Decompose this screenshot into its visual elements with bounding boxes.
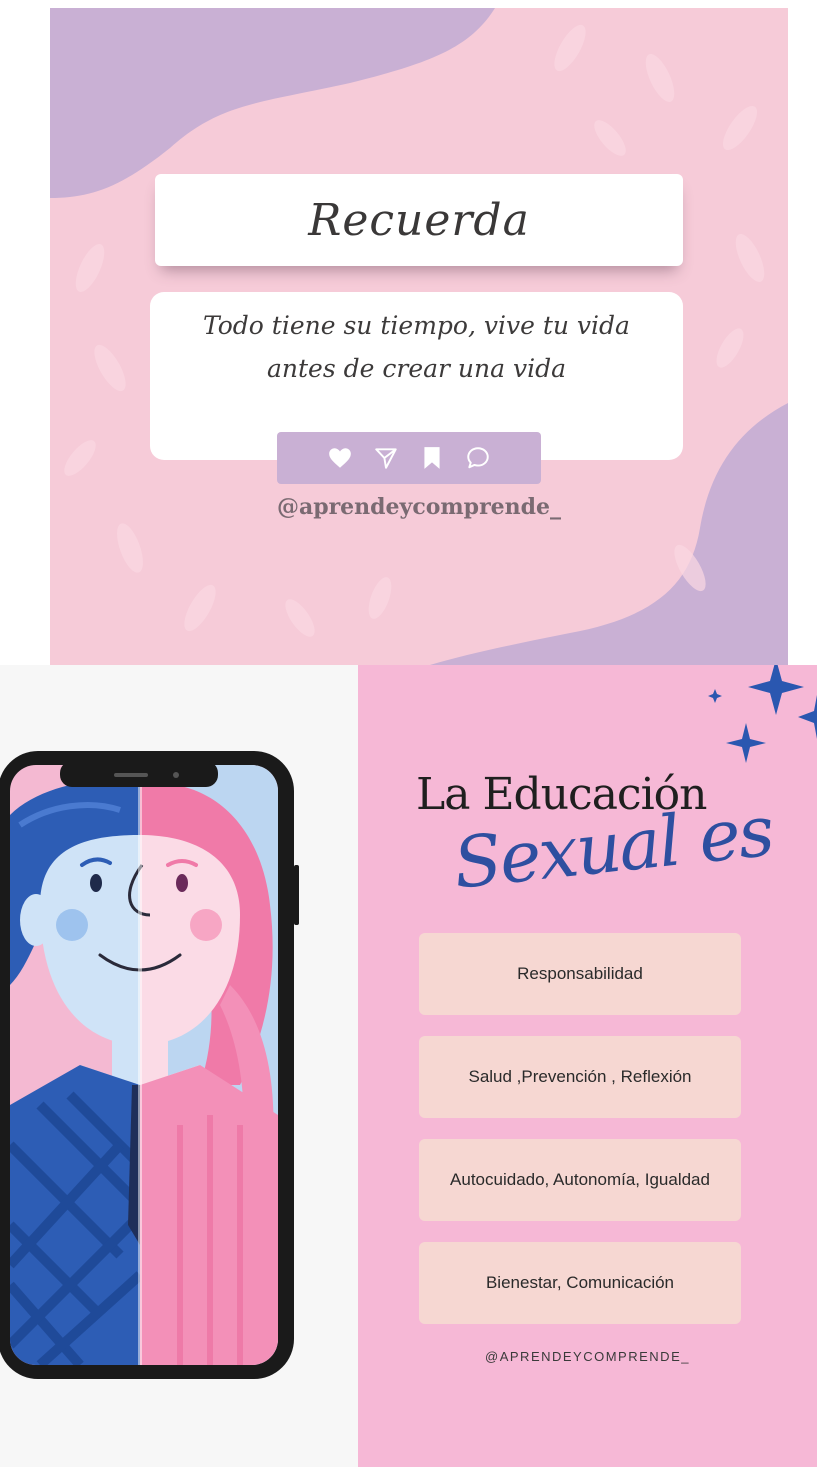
account-handle: @APRENDEYCOMPRENDE_ (485, 1349, 690, 1364)
account-handle: @aprendeycomprende_ (276, 494, 562, 520)
phone-illustration (0, 751, 299, 1379)
comment-icon[interactable] (465, 445, 491, 471)
send-icon[interactable] (373, 445, 399, 471)
item-pill: Salud ,Prevención , Reflexión (419, 1036, 741, 1118)
quote-text: Todo tiene su tiempo, vive tu vida antes… (203, 311, 630, 383)
bookmark-icon[interactable] (419, 445, 445, 471)
post-educacion-sexual: La Educación Sexual es Responsabilidad S… (0, 665, 817, 1467)
item-pill: Autocuidado, Autonomía, Igualdad (419, 1139, 741, 1221)
title-card: Recuerda (155, 174, 683, 266)
text-panel: La Educación Sexual es Responsabilidad S… (358, 665, 817, 1467)
item-pill: Responsabilidad (419, 933, 741, 1015)
post-title: Recuerda (308, 194, 530, 246)
post-recuerda: Recuerda Todo tiene su tiempo, vive tu v… (50, 8, 788, 665)
heart-icon[interactable] (327, 445, 353, 471)
item-pill: Bienestar, Comunicación (419, 1242, 741, 1324)
phone-illustration-panel (0, 665, 358, 1467)
social-icon-bar (277, 432, 541, 484)
